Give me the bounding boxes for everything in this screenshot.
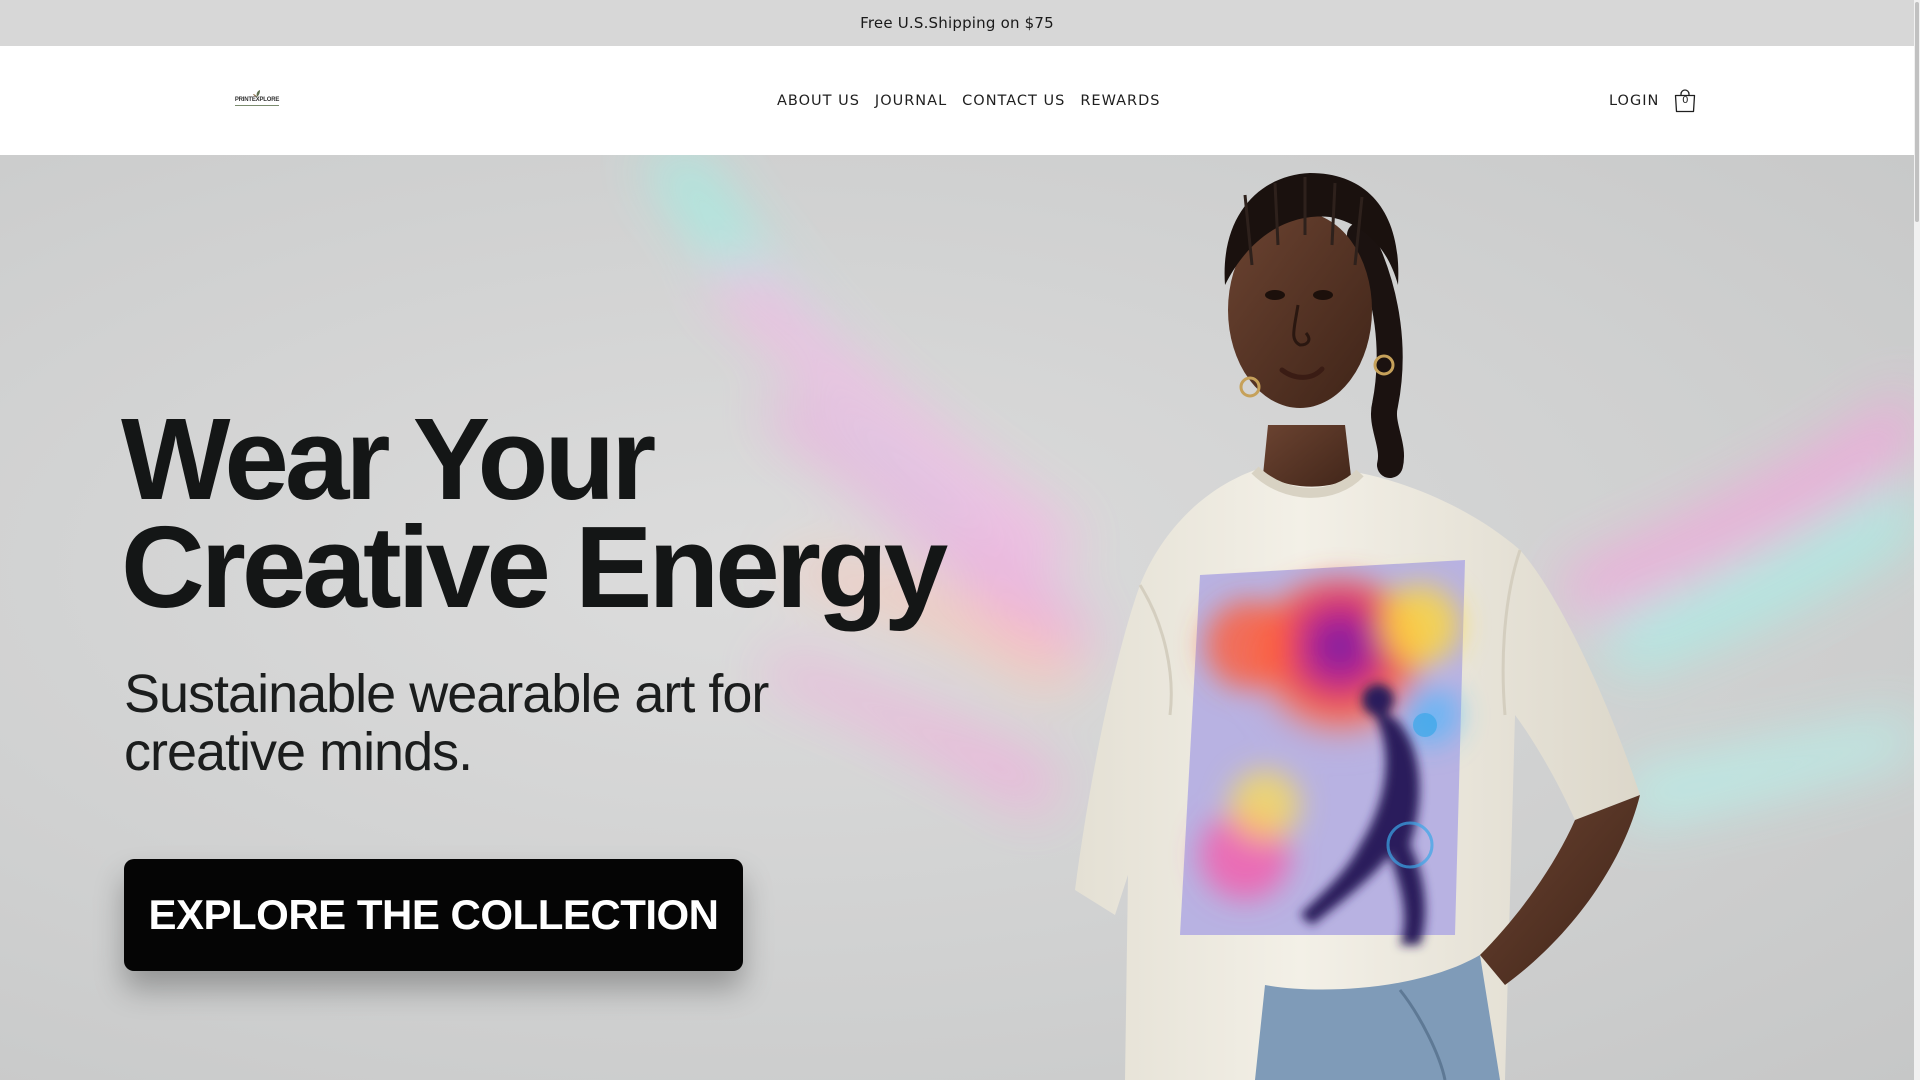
hero-subtitle: Sustainable wearable art for creative mi… — [124, 665, 824, 781]
site-header: PRINTEXPLORE ABOUT US JOURNAL CONTACT US… — [0, 46, 1914, 155]
announcement-bar: Free U.S.Shipping on $75 — [0, 0, 1914, 46]
page-scrollbar[interactable] — [1914, 0, 1920, 1080]
explore-collection-label: EXPLORE THE COLLECTION — [148, 891, 719, 938]
hero-title: Wear Your Creative Energy — [121, 394, 1021, 632]
login-link[interactable]: LOGIN — [1609, 93, 1659, 109]
hero-title-line1: Wear Your — [121, 394, 656, 524]
logo-leaf-icon — [253, 90, 260, 97]
logo-underline — [235, 105, 279, 106]
nav-journal[interactable]: JOURNAL — [875, 93, 947, 109]
main-nav: ABOUT US JOURNAL CONTACT US REWARDS — [777, 90, 1161, 112]
hero-title-line2: Creative Energy — [121, 502, 948, 632]
nav-about-us[interactable]: ABOUT US — [777, 93, 860, 109]
header-actions: LOGIN 0 — [1609, 87, 1697, 115]
page: Free U.S.Shipping on $75 PRINTEXPLORE AB… — [0, 0, 1920, 1080]
scrollbar-thumb[interactable] — [1915, 2, 1919, 222]
cart-count: 0 — [1682, 95, 1689, 106]
nav-contact-us[interactable]: CONTACT US — [962, 93, 1065, 109]
logo-text: PRINTEXPLORE — [234, 97, 280, 103]
hero-subtitle-line2: creative minds. — [124, 722, 473, 782]
hero-subtitle-line1: Sustainable wearable art for — [124, 664, 769, 724]
nav-rewards[interactable]: REWARDS — [1080, 93, 1160, 109]
explore-collection-button[interactable]: EXPLORE THE COLLECTION — [124, 859, 743, 971]
cart-button[interactable]: 0 — [1673, 89, 1697, 113]
hero-banner: Wear Your Creative Energy Sustainable we… — [0, 155, 1914, 1080]
site-logo[interactable]: PRINTEXPLORE — [232, 88, 282, 108]
announcement-text: Free U.S.Shipping on $75 — [860, 14, 1054, 32]
